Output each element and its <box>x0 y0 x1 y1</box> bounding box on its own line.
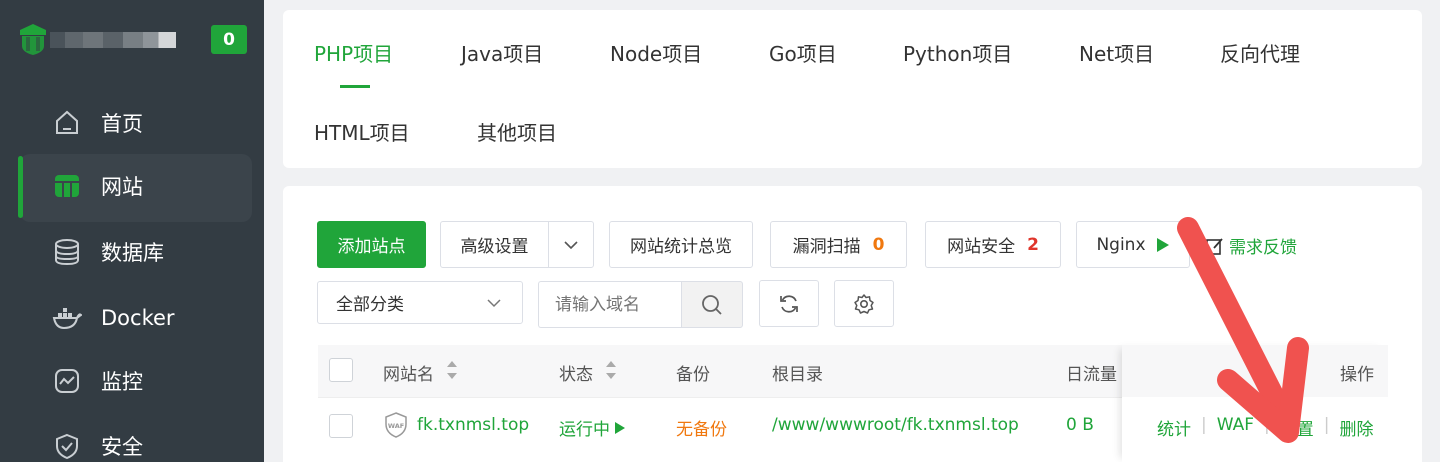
sidebar-item-monitor[interactable]: 监控 <box>0 349 264 413</box>
shield-icon <box>52 431 82 461</box>
nginx-button[interactable]: Nginx <box>1076 221 1190 268</box>
play-icon <box>1156 237 1169 252</box>
tab-php[interactable]: PHP项目 <box>314 38 393 67</box>
notification-badge[interactable]: 0 <box>211 25 247 54</box>
sidebar-item-home[interactable]: 首页 <box>0 91 264 155</box>
waf-action[interactable]: WAF <box>1217 415 1254 440</box>
refresh-icon <box>780 294 798 313</box>
column-header-ops: 操作 <box>1340 365 1374 385</box>
row-actions: 统计 | WAF | 设置 | 删除 <box>1157 415 1374 440</box>
row-checkbox[interactable] <box>329 414 353 438</box>
advanced-settings-dropdown[interactable] <box>548 221 594 268</box>
chevron-down-icon <box>564 240 578 249</box>
website-icon <box>52 171 82 201</box>
category-select[interactable]: 全部分类 <box>317 281 523 324</box>
project-tabs-card <box>283 10 1422 168</box>
add-site-button[interactable]: 添加站点 <box>317 221 426 268</box>
sidebar-item-label: 首页 <box>101 112 143 136</box>
tab-net[interactable]: Net项目 <box>1079 38 1154 67</box>
svg-text:WAF: WAF <box>388 422 404 430</box>
feedback-label: 需求反馈 <box>1229 238 1297 258</box>
backup-link[interactable]: 无备份 <box>676 415 727 440</box>
tab-active-underline <box>340 85 370 88</box>
database-icon <box>52 237 82 267</box>
traffic-value: 0 B <box>1066 415 1094 435</box>
security-count: 2 <box>1027 234 1039 255</box>
waf-shield-icon: WAF <box>385 412 407 438</box>
tab-go[interactable]: Go项目 <box>769 38 837 67</box>
sidebar-item-label: 安全 <box>101 435 143 459</box>
site-status-label: 运行中 <box>559 420 610 440</box>
sidebar-item-docker[interactable]: Docker <box>0 286 264 350</box>
feedback-link[interactable]: 需求反馈 <box>1205 233 1297 258</box>
search-icon <box>702 294 722 315</box>
docker-icon <box>52 303 82 333</box>
sidebar-item-label: 网站 <box>101 175 143 199</box>
tab-node[interactable]: Node项目 <box>610 38 702 67</box>
domain-search-input[interactable] <box>538 281 683 328</box>
sidebar: 0 首页 网站 数据库 Docker 监控 安全 <box>0 0 264 462</box>
monitor-icon <box>52 366 82 396</box>
home-icon <box>52 108 82 138</box>
vuln-scan-label: 漏洞扫描 <box>792 237 861 257</box>
column-header-name[interactable]: 网站名 <box>383 360 434 385</box>
sidebar-item-label: 监控 <box>101 370 143 394</box>
settings-action[interactable]: 设置 <box>1280 415 1314 440</box>
tab-java[interactable]: Java项目 <box>461 38 543 67</box>
site-status-toggle[interactable]: 运行中 <box>559 415 626 440</box>
advanced-settings-button[interactable]: 高级设置 <box>440 221 549 268</box>
nginx-label: Nginx <box>1096 234 1146 255</box>
sidebar-item-label: 数据库 <box>101 241 164 265</box>
sidebar-item-security[interactable]: 安全 <box>0 414 264 462</box>
site-security-label: 网站安全 <box>947 237 1016 257</box>
column-header-backup: 备份 <box>676 365 710 385</box>
sidebar-item-database[interactable]: 数据库 <box>0 220 264 284</box>
tab-reverse-proxy[interactable]: 反向代理 <box>1220 38 1300 67</box>
root-dir-link[interactable]: /www/wwwroot/fk.txnmsl.top <box>772 415 1019 435</box>
tab-python[interactable]: Python项目 <box>903 38 1012 67</box>
site-name-link[interactable]: fk.txnmsl.top <box>417 415 529 435</box>
site-stats-overview-button[interactable]: 网站统计总览 <box>609 221 753 268</box>
stats-action[interactable]: 统计 <box>1157 415 1191 440</box>
category-select-value: 全部分类 <box>336 295 404 315</box>
column-header-status[interactable]: 状态 <box>559 360 593 385</box>
chevron-down-icon <box>487 299 501 308</box>
active-indicator <box>18 156 23 218</box>
sort-icon[interactable] <box>605 360 617 380</box>
tab-html[interactable]: HTML项目 <box>314 117 410 146</box>
column-header-root: 根目录 <box>772 365 823 385</box>
vuln-count: 0 <box>872 234 885 255</box>
tab-other[interactable]: 其他项目 <box>477 117 557 146</box>
column-header-traffic: 日流量 <box>1066 365 1117 385</box>
delete-action[interactable]: 删除 <box>1340 415 1374 440</box>
logo-icon <box>20 24 46 55</box>
server-name-redacted <box>50 32 176 48</box>
vuln-scan-button[interactable]: 漏洞扫描 0 <box>770 221 907 268</box>
select-all-checkbox[interactable] <box>329 358 353 382</box>
sidebar-item-website[interactable]: 网站 <box>0 154 264 222</box>
sidebar-item-label: Docker <box>101 306 175 330</box>
edit-icon <box>1206 237 1223 255</box>
refresh-button[interactable] <box>759 280 819 327</box>
play-icon <box>615 421 625 434</box>
gear-icon <box>854 293 874 314</box>
sort-icon[interactable] <box>446 360 458 380</box>
search-button[interactable] <box>681 281 743 328</box>
site-security-button[interactable]: 网站安全 2 <box>925 221 1061 268</box>
settings-button[interactable] <box>834 280 894 327</box>
